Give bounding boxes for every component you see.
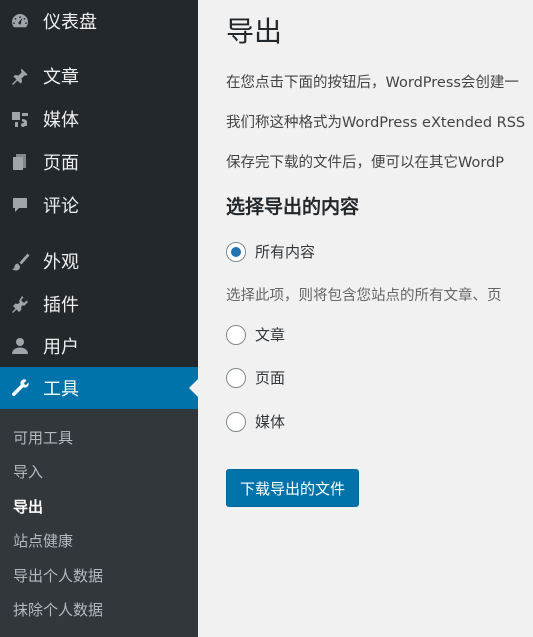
menu-item-posts[interactable]: 文章: [0, 55, 198, 97]
admin-sidebar: 仪表盘 文章 媒体 页面 评论 外观 插件 用户 工具 可用工具 导入 导出 站…: [0, 0, 198, 637]
radio-button[interactable]: [226, 367, 246, 388]
menu-item-comments[interactable]: 评论: [0, 184, 198, 226]
comment-icon: [9, 194, 31, 216]
menu-label: 用户: [43, 337, 79, 358]
menu-label: 外观: [43, 252, 79, 273]
user-icon: [9, 335, 31, 357]
submenu-item-import[interactable]: 导入: [13, 461, 43, 482]
menu-item-users[interactable]: 用户: [0, 325, 198, 367]
radio-all-content[interactable]: 所有内容: [226, 241, 315, 262]
intro-paragraph-2: 我们称这种格式为WordPress eXtended RSS: [226, 115, 526, 131]
submenu-item-export[interactable]: 导出: [13, 496, 43, 517]
radio-pages[interactable]: 页面: [226, 367, 285, 388]
radio-label: 文章: [255, 326, 286, 344]
radio-button-checked[interactable]: [226, 241, 246, 262]
radio-label: 所有内容: [255, 243, 316, 261]
menu-label: 媒体: [43, 110, 79, 131]
all-content-description: 选择此项，则将包含您站点的所有文章、页: [226, 288, 502, 304]
media-icon: [9, 108, 31, 130]
radio-label: 媒体: [255, 413, 286, 431]
menu-item-dashboard[interactable]: 仪表盘: [0, 0, 198, 42]
submenu-item-export-personal-data[interactable]: 导出个人数据: [13, 565, 103, 586]
menu-label: 插件: [43, 295, 79, 316]
menu-label: 评论: [43, 196, 79, 217]
menu-label: 工具: [43, 379, 79, 400]
menu-item-plugins[interactable]: 插件: [0, 283, 198, 325]
menu-item-appearance[interactable]: 外观: [0, 240, 198, 282]
radio-media[interactable]: 媒体: [226, 411, 285, 432]
submenu-item-site-health[interactable]: 站点健康: [13, 530, 73, 551]
download-export-button[interactable]: 下载导出的文件: [226, 469, 360, 507]
wrench-icon: [9, 377, 31, 399]
page-icon: [9, 151, 31, 173]
page-title: 导出: [226, 15, 283, 48]
radio-button[interactable]: [226, 411, 246, 432]
menu-item-pages[interactable]: 页面: [0, 141, 198, 183]
radio-posts[interactable]: 文章: [226, 324, 285, 345]
main-content: 导出 在您点击下面的按钮后，WordPress会创建一 我们称这种格式为Word…: [198, 0, 533, 637]
menu-label: 仪表盘: [43, 12, 97, 33]
menu-item-media[interactable]: 媒体: [0, 98, 198, 140]
intro-paragraph-3: 保存完下载的文件后，便可以在其它WordP: [226, 155, 505, 171]
intro-paragraph-1: 在您点击下面的按钮后，WordPress会创建一: [226, 75, 519, 91]
menu-label: 文章: [43, 67, 79, 88]
active-indicator: [189, 379, 198, 397]
pin-icon: [9, 65, 31, 87]
menu-item-tools[interactable]: 工具: [0, 367, 198, 409]
dashboard-icon: [9, 10, 31, 32]
submenu-item-available-tools[interactable]: 可用工具: [13, 427, 73, 448]
brush-icon: [9, 250, 31, 272]
plug-icon: [9, 293, 31, 315]
radio-button[interactable]: [226, 324, 246, 345]
tools-submenu: 可用工具 导入 导出 站点健康 导出个人数据 抹除个人数据: [0, 409, 198, 637]
radio-label: 页面: [255, 369, 286, 387]
section-title: 选择导出的内容: [226, 196, 360, 218]
menu-label: 页面: [43, 153, 79, 174]
submenu-item-erase-personal-data[interactable]: 抹除个人数据: [13, 599, 103, 620]
